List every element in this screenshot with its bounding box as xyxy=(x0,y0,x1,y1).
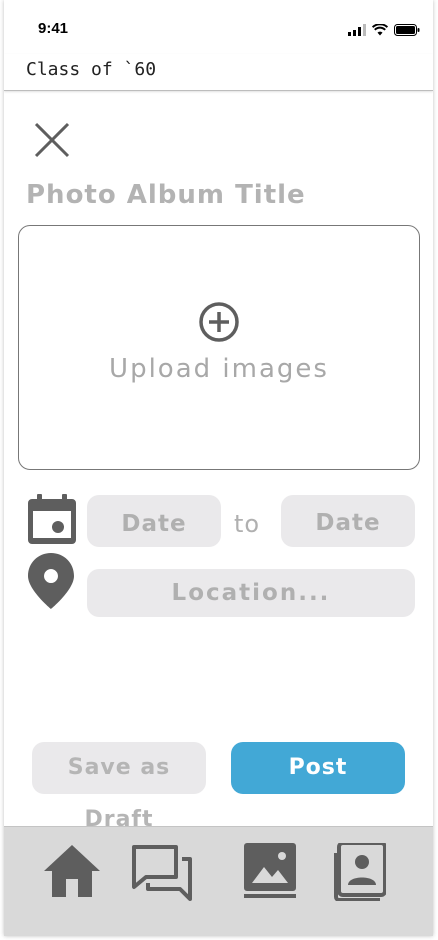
contacts-icon xyxy=(334,841,387,902)
location-field[interactable]: Location... xyxy=(87,569,415,617)
status-bar: 9:41 xyxy=(4,0,433,50)
tab-bar xyxy=(4,826,433,936)
wifi-icon xyxy=(372,24,388,36)
calendar-icon xyxy=(28,494,76,544)
app-header: Class of `60 xyxy=(4,54,433,91)
tab-messages[interactable] xyxy=(132,845,194,907)
upload-images-area[interactable]: Upload images xyxy=(18,225,420,470)
status-time: 9:41 xyxy=(38,20,69,37)
photos-icon xyxy=(244,843,296,898)
album-title-input[interactable]: Photo Album Title xyxy=(26,180,306,210)
home-icon xyxy=(44,845,100,897)
close-icon xyxy=(34,122,70,158)
battery-icon xyxy=(394,24,420,36)
save-draft-button[interactable]: Save as Draft xyxy=(32,742,206,832)
tab-contacts[interactable] xyxy=(334,841,387,905)
start-date-field[interactable]: Date xyxy=(87,495,221,547)
location-pin-icon xyxy=(28,553,74,609)
header-title: Class of `60 xyxy=(26,59,157,80)
post-button[interactable]: Post xyxy=(231,742,405,794)
end-date-field[interactable]: Date xyxy=(281,495,415,547)
phone-screen: 9:41 Class of `60 Photo Album Title Uplo… xyxy=(4,0,433,936)
close-button[interactable] xyxy=(32,120,72,160)
tab-photos[interactable] xyxy=(244,843,296,903)
chat-icon xyxy=(132,845,192,901)
upload-label: Upload images xyxy=(109,354,329,384)
tab-home[interactable] xyxy=(42,843,102,903)
add-circle-icon xyxy=(199,302,239,342)
date-separator: to xyxy=(234,510,261,538)
signal-icon xyxy=(348,24,366,36)
